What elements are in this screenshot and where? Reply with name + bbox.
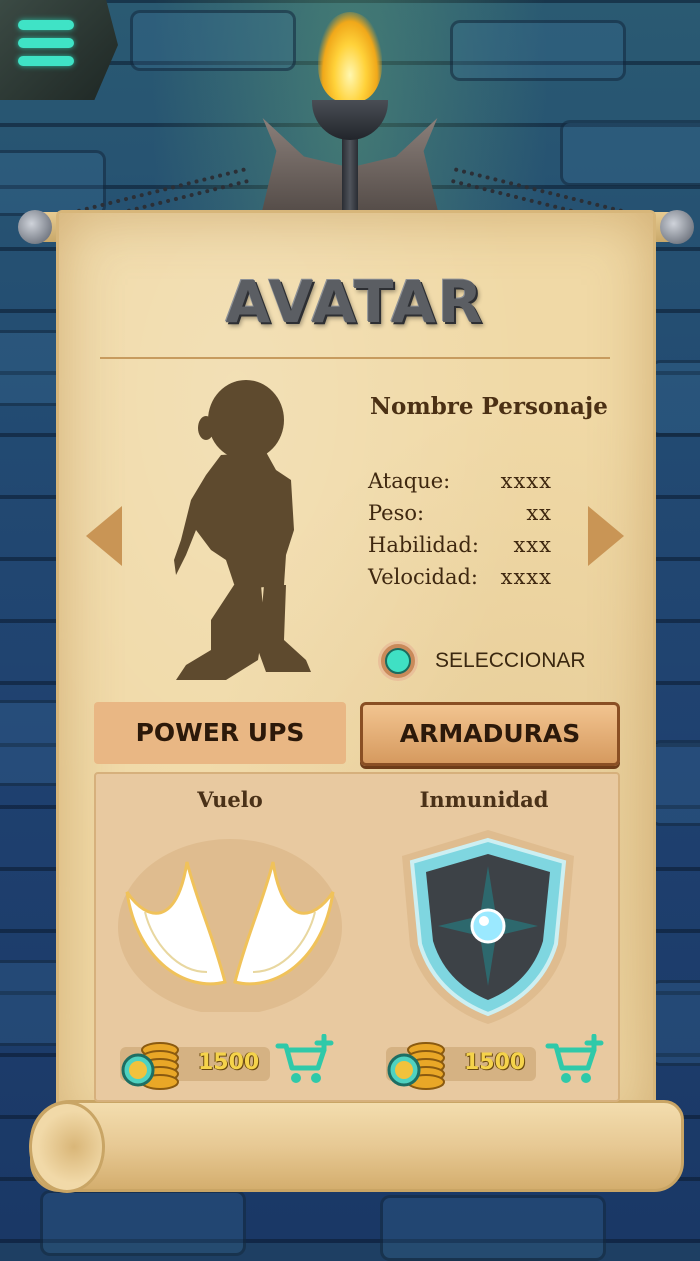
stat-value: xxxx: [500, 565, 552, 589]
hamburger-icon: [18, 20, 74, 30]
item-price: 1500: [464, 1050, 526, 1075]
rod-cap-left: [18, 210, 52, 244]
title-divider: [100, 357, 610, 359]
rod-cap-right: [660, 210, 694, 244]
wings-icon[interactable]: [117, 832, 343, 1012]
select-character-control[interactable]: SELECCIONAR: [378, 637, 586, 685]
select-radio-button[interactable]: [378, 641, 418, 681]
stat-label: Velocidad:: [368, 565, 478, 589]
scroll-bottom-roll: [29, 1100, 684, 1193]
character-name: Nombre Personaje: [370, 393, 608, 420]
torch-flame-icon: [318, 12, 382, 102]
stat-label: Ataque:: [368, 469, 451, 493]
stat-value: xx: [526, 501, 552, 525]
add-to-cart-icon[interactable]: [544, 1034, 604, 1086]
character-silhouette: [174, 380, 311, 680]
select-label: SELECCIONAR: [435, 649, 586, 672]
tab-armaduras[interactable]: ARMADURAS: [360, 702, 620, 766]
stat-label: Habilidad:: [368, 533, 479, 557]
menu-button[interactable]: [0, 0, 118, 100]
stat-value: xxx: [513, 533, 552, 557]
add-to-cart-icon[interactable]: [274, 1034, 334, 1086]
shield-icon[interactable]: [398, 826, 578, 1026]
stat-value: xxxx: [500, 469, 552, 493]
item-price: 1500: [198, 1050, 260, 1075]
next-character-arrow-icon[interactable]: [588, 506, 624, 566]
item-name-vuelo: Vuelo: [197, 787, 263, 812]
hamburger-icon-bar: [18, 38, 74, 48]
coins-icon: [387, 1042, 445, 1090]
previous-character-arrow-icon[interactable]: [86, 506, 122, 566]
item-name-inmunidad: Inmunidad: [419, 787, 549, 812]
stat-label: Peso:: [368, 501, 425, 525]
coins-icon: [121, 1042, 179, 1090]
page-title: AVATAR: [225, 268, 485, 336]
tab-power-ups[interactable]: POWER UPS: [94, 702, 346, 764]
hamburger-icon-bar: [18, 56, 74, 66]
